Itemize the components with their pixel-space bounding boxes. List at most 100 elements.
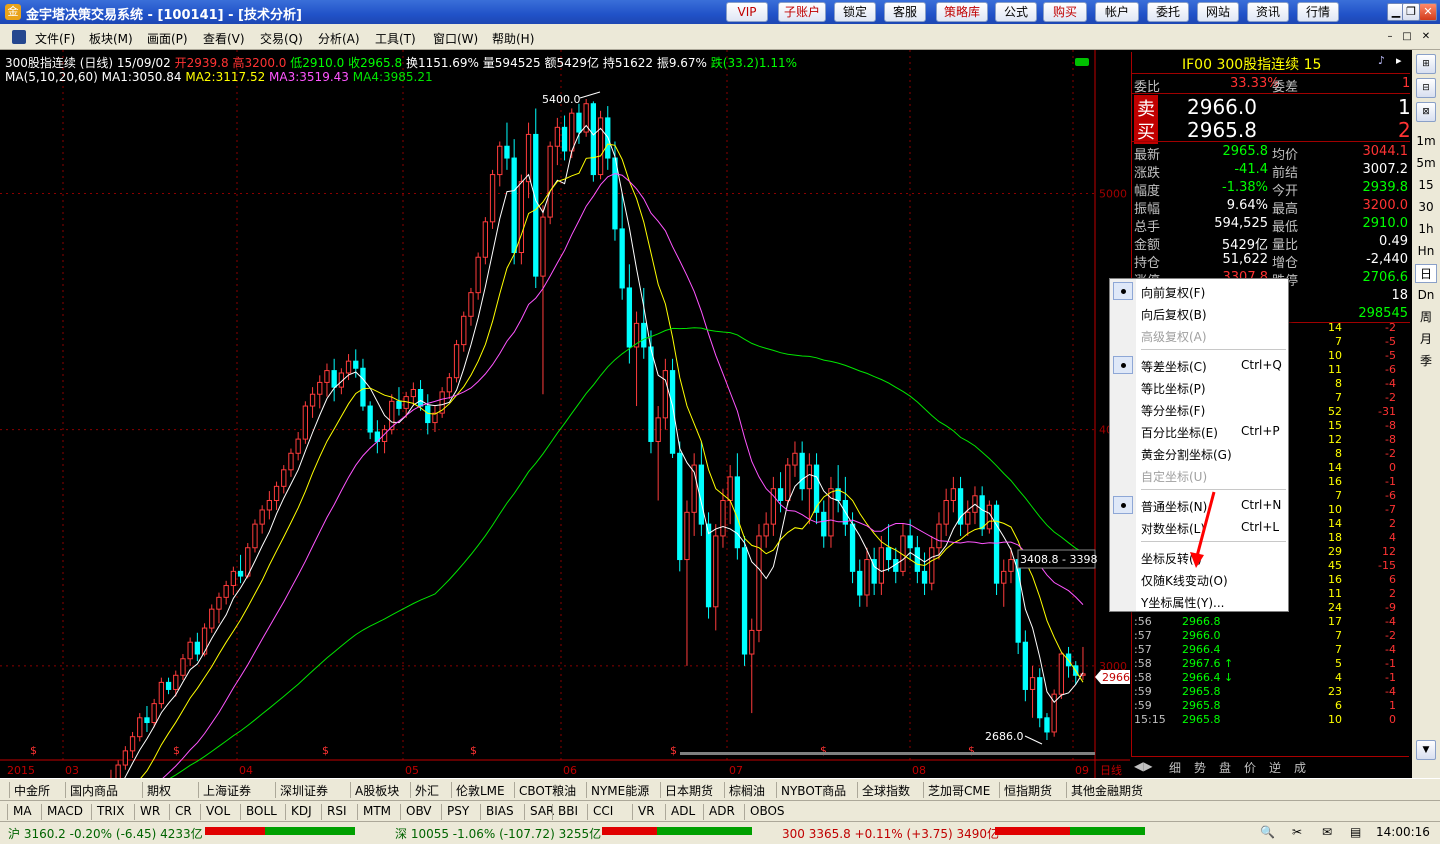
indicator-tab-5[interactable]: VOL (206, 804, 230, 818)
alarm-icon[interactable]: ♪ (1378, 54, 1385, 67)
event-marker-icon[interactable]: $ (820, 744, 827, 757)
indicator-tab-0[interactable]: MA (13, 804, 32, 818)
indicator-tab-7[interactable]: KDJ (291, 804, 312, 818)
title-button-7[interactable]: 帐户 (1095, 2, 1139, 22)
title-button-2[interactable]: 锁定 (834, 2, 876, 22)
menu-option-15[interactable]: 仅随K线变动(O) (1110, 568, 1288, 590)
indicator-tab-17[interactable]: ADL (671, 804, 695, 818)
indicator-tab-2[interactable]: TRIX (97, 804, 124, 818)
menu-item-6[interactable]: 工具(T) (375, 30, 416, 47)
indicator-tab-11[interactable]: PSY (447, 804, 469, 818)
title-button-3[interactable]: 客服 (884, 2, 926, 22)
quote-tab-3[interactable]: 价 (1244, 759, 1256, 776)
sell-row[interactable]: 卖 2966.0 1 (1132, 95, 1411, 121)
indicator-tab-15[interactable]: CCI (593, 804, 613, 818)
search-icon[interactable]: 🔍 (1260, 825, 1275, 839)
market-tab-10[interactable]: 日本期货 (665, 782, 713, 799)
market-tab-12[interactable]: NYBOT商品 (781, 782, 846, 799)
market-tab-4[interactable]: 深圳证券 (280, 782, 328, 799)
kline-chart[interactable]: 5000400030005400.02686.03408.8 - 3398296… (0, 50, 1130, 778)
quote-tab-4[interactable]: 逆 (1269, 759, 1281, 776)
tools-icon[interactable]: ✂ (1292, 825, 1302, 839)
menu-option-16[interactable]: Y坐标属性(Y)... (1110, 590, 1288, 612)
period-button-7[interactable]: Dn (1415, 286, 1437, 305)
event-marker-icon[interactable]: $ (968, 744, 975, 757)
indicator-tab-12[interactable]: BIAS (486, 804, 514, 818)
close-icon[interactable]: ✕ (1419, 3, 1437, 21)
menu-option-14[interactable]: 坐标反转(I) (1110, 546, 1288, 568)
period-button-2[interactable]: 15 (1415, 176, 1437, 195)
menu-item-2[interactable]: 画面(P) (147, 30, 188, 47)
market-tab-9[interactable]: NYME能源 (591, 782, 649, 799)
event-marker-icon[interactable]: $ (670, 744, 677, 757)
indicator-tab-10[interactable]: OBV (406, 804, 432, 818)
buy-row[interactable]: 买 2965.8 2 (1132, 118, 1411, 144)
quote-tab-1[interactable]: 势 (1194, 759, 1206, 776)
scroll-arrows-icon[interactable]: ◀▶ (1134, 759, 1152, 773)
period-button-4[interactable]: 1h (1415, 220, 1437, 239)
menu-option-12[interactable]: 对数坐标(L) Ctrl+L (1110, 516, 1288, 538)
menu-option-4[interactable]: 等差坐标(C) Ctrl+Q (1110, 354, 1288, 376)
event-marker-icon[interactable]: $ (470, 744, 477, 757)
period-button-3[interactable]: 30 (1415, 198, 1437, 217)
event-marker-icon[interactable]: $ (322, 744, 329, 757)
period-button-0[interactable]: 1m (1415, 132, 1437, 151)
market-tab-1[interactable]: 国内商品 (70, 782, 118, 799)
indicator-tab-6[interactable]: BOLL (246, 804, 277, 818)
notes-icon[interactable]: ▤ (1350, 825, 1361, 839)
quote-tab-5[interactable]: 成 (1294, 759, 1306, 776)
title-button-6[interactable]: 购买 (1043, 2, 1087, 22)
market-tab-7[interactable]: 伦敦LME (456, 782, 505, 799)
menu-option-8[interactable]: 黄金分割坐标(G) (1110, 442, 1288, 464)
indicator-tab-1[interactable]: MACD (47, 804, 83, 818)
period-button-5[interactable]: Hn (1415, 242, 1437, 261)
market-tab-3[interactable]: 上海证券 (203, 782, 251, 799)
market-tab-8[interactable]: CBOT粮油 (519, 782, 576, 799)
system-menu-icon[interactable] (12, 30, 26, 44)
market-tab-13[interactable]: 全球指数 (862, 782, 910, 799)
market-tab-11[interactable]: 棕榈油 (729, 782, 765, 799)
market-tab-15[interactable]: 恒指期货 (1004, 782, 1052, 799)
menu-item-7[interactable]: 窗口(W) (433, 30, 478, 47)
title-button-4[interactable]: 策略库 (936, 2, 988, 22)
market-tab-16[interactable]: 其他金融期货 (1071, 782, 1143, 799)
period-button-9[interactable]: 月 (1415, 330, 1437, 349)
menu-item-3[interactable]: 查看(V) (203, 30, 245, 47)
title-button-0[interactable]: VIP (726, 2, 768, 22)
period-button-8[interactable]: 周 (1415, 308, 1437, 327)
title-button-10[interactable]: 资讯 (1247, 2, 1289, 22)
period-button-10[interactable]: 季 (1415, 352, 1437, 371)
market-tab-0[interactable]: 中金所 (14, 782, 50, 799)
market-tab-2[interactable]: 期权 (147, 782, 171, 799)
quote-tab-0[interactable]: 细 (1169, 759, 1181, 776)
menu-item-1[interactable]: 板块(M) (89, 30, 133, 47)
menu-item-8[interactable]: 帮助(H) (492, 30, 534, 47)
menu-item-0[interactable]: 文件(F) (35, 30, 75, 47)
quote-tab-2[interactable]: 盘 (1219, 759, 1231, 776)
mdi-restore-icon[interactable]: □ (1401, 31, 1413, 43)
indicator-tab-16[interactable]: VR (638, 804, 655, 818)
indicator-tab-8[interactable]: RSI (327, 804, 347, 818)
event-marker-icon[interactable]: $ (30, 744, 37, 757)
market-tab-5[interactable]: A股板块 (355, 782, 399, 799)
title-button-11[interactable]: 行情 (1297, 2, 1339, 22)
period-button-1[interactable]: 5m (1415, 154, 1437, 173)
tool-icon[interactable]: ⊠ (1416, 102, 1436, 122)
indicator-tab-19[interactable]: OBOS (750, 804, 785, 818)
title-button-8[interactable]: 委托 (1147, 2, 1189, 22)
mdi-minimize-icon[interactable]: – (1384, 31, 1396, 43)
message-icon[interactable]: ✉ (1322, 825, 1332, 839)
indicator-tab-4[interactable]: CR (175, 804, 192, 818)
menu-item-4[interactable]: 交易(Q) (260, 30, 303, 47)
market-tab-14[interactable]: 芝加哥CME (928, 782, 990, 799)
menu-item-5[interactable]: 分析(A) (318, 30, 360, 47)
market-tab-6[interactable]: 外汇 (415, 782, 439, 799)
indicator-tab-18[interactable]: ADR (709, 804, 735, 818)
title-button-9[interactable]: 网站 (1197, 2, 1239, 22)
menu-option-7[interactable]: 百分比坐标(E) Ctrl+P (1110, 420, 1288, 442)
period-button-6[interactable]: 日 (1415, 264, 1437, 283)
scroll-down-icon[interactable]: ▼ (1416, 740, 1436, 760)
mdi-close-icon[interactable]: ✕ (1420, 31, 1432, 43)
title-button-1[interactable]: 子账户 (778, 2, 826, 22)
indicator-tab-13[interactable]: SAR (530, 804, 554, 818)
